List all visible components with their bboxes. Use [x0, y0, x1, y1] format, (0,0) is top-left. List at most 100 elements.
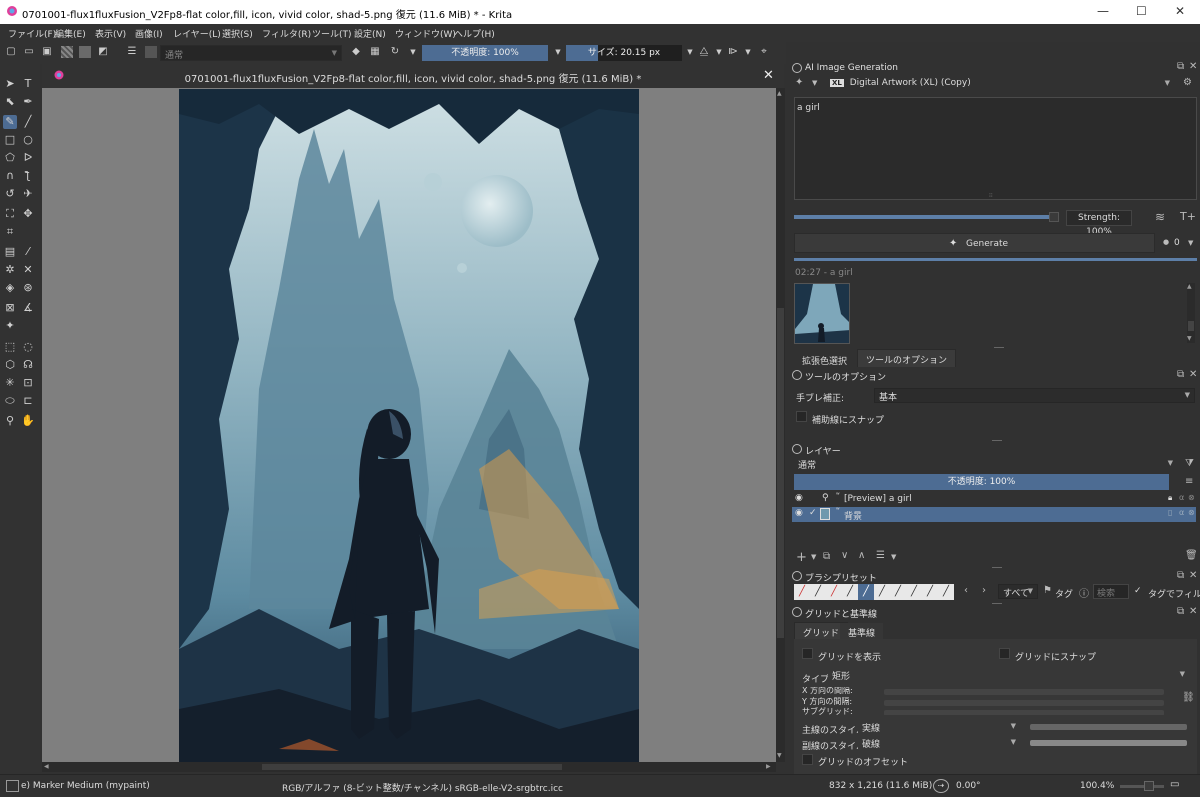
layer-row-background[interactable]: ◉ ✓ ʷ 背景 ▯ α ⊗ [792, 506, 1196, 522]
ellipse-tool-icon[interactable]: ○ [21, 133, 35, 147]
close-panel-icon[interactable]: ✕ [1189, 61, 1197, 72]
image-dimensions[interactable]: 832 x 1,216 (11.6 MiB) [829, 781, 932, 791]
strength-slider[interactable] [794, 212, 1059, 222]
gradient-selector-icon[interactable] [61, 46, 73, 58]
lock-icon[interactable]: ▯ [1168, 508, 1172, 517]
panel-splitter[interactable] [992, 440, 1002, 441]
link-chain-icon[interactable]: ⛓ [1182, 692, 1195, 703]
delete-layer-icon[interactable]: 🗑︎ [1185, 550, 1198, 561]
assistant-tool-icon[interactable]: ⊠ [3, 301, 17, 315]
tag-label[interactable]: タグ [1055, 587, 1073, 600]
menu-window[interactable]: ウィンドウ(W) [395, 27, 456, 40]
layer-blend-select[interactable]: 通常 ▼ [794, 457, 1177, 472]
chevron-down-icon[interactable]: ▼ [552, 46, 564, 58]
line-tool-icon[interactable]: ╱ [21, 115, 35, 129]
menu-help[interactable]: ヘルプ(H) [454, 27, 495, 40]
preset-search-input[interactable]: 検索 [1093, 584, 1129, 599]
magic-wand-icon[interactable]: ✦ [795, 77, 803, 88]
zoom-slider[interactable] [1120, 785, 1164, 788]
preserve-alpha-icon[interactable]: ▦ [369, 46, 381, 58]
filter-by-tag-checkbox[interactable]: ✓ [1134, 586, 1145, 597]
duplicate-layer-icon[interactable]: ⧉ [823, 551, 830, 562]
chevron-right-icon[interactable]: › [982, 585, 986, 596]
brush-preset-icon[interactable]: ╱ [938, 584, 954, 600]
chevron-down-icon[interactable]: ▼ [713, 46, 725, 58]
brush-preset-icon[interactable]: ╱ [794, 584, 810, 600]
text-tool-icon[interactable]: T [21, 77, 35, 91]
visibility-eye-icon[interactable]: ◉ [795, 508, 803, 518]
scroll-right-icon[interactable]: ▶ [766, 763, 771, 770]
brush-preset-icon[interactable]: ╱ [826, 584, 842, 600]
tab-advanced-color[interactable]: 拡張色選択 [794, 351, 855, 370]
chevron-down-icon[interactable]: ▼ [811, 553, 816, 561]
history-scrollbar[interactable]: ▲ ▼ [1187, 283, 1195, 343]
minimize-button[interactable]: — [1097, 4, 1109, 18]
brush-preset-icon[interactable] [145, 46, 157, 58]
y-spacing-input[interactable] [884, 700, 1164, 706]
close-document-button[interactable]: ✕ [763, 68, 774, 83]
chevron-down-icon[interactable]: ▼ [812, 79, 817, 87]
bezier-select-icon[interactable]: ⬭ [3, 394, 17, 408]
text-prompt-icon[interactable]: T+ [1180, 210, 1196, 223]
inherit-alpha-icon[interactable]: ⊗ [1188, 508, 1195, 517]
info-icon[interactable]: ⓘ [1079, 585, 1089, 600]
chevron-down-icon[interactable]: ▼ [407, 46, 419, 58]
edit-shapes-icon[interactable]: ⬉ [3, 95, 17, 109]
close-panel-icon[interactable]: ✕ [1189, 606, 1197, 617]
edit-brush-settings-icon[interactable]: ☰ [126, 46, 138, 58]
ellipse-select-icon[interactable]: ◌ [21, 340, 35, 354]
inherit-alpha-icon[interactable]: ⊗ [1188, 493, 1195, 502]
layer-opacity-slider[interactable]: 不透明度: 100% [794, 474, 1169, 490]
color-space[interactable]: RGB/アルファ (8-ビット整数/チャンネル) sRGB-elle-V2-sr… [282, 781, 563, 794]
brush-size-slider[interactable]: サイズ: 20.15 px [566, 45, 682, 61]
resize-grip-icon[interactable]: ⁝⁝ [989, 192, 993, 199]
reload-preset-icon[interactable]: ↻ [389, 46, 401, 58]
freehand-brush-icon[interactable]: ✎ [3, 115, 17, 129]
x-spacing-input[interactable] [884, 689, 1164, 695]
checkmark-icon[interactable]: ✓ [809, 508, 817, 518]
add-layer-icon[interactable]: + [796, 550, 807, 565]
fill-tool-icon[interactable]: ◈ [3, 281, 17, 295]
rectangle-tool-icon[interactable]: □ [3, 133, 17, 147]
zoom-slider-handle[interactable] [1144, 781, 1154, 791]
gradient-tool-icon[interactable]: ▤ [3, 245, 17, 259]
prompt-textarea[interactable]: a girl ⁝⁝ [794, 97, 1197, 200]
visibility-eye-icon[interactable]: ◉ [795, 493, 803, 503]
alpha-lock-icon[interactable]: α [1179, 508, 1184, 517]
panel-splitter[interactable] [992, 603, 1002, 604]
freehand-select-icon[interactable]: ☊ [21, 358, 35, 372]
wrap-around-icon[interactable]: ⌖ [758, 46, 770, 58]
preset-tag-select[interactable]: すべて ▼ [998, 584, 1038, 599]
reference-images-icon[interactable]: ✦ [3, 319, 17, 333]
brush-preset-icon[interactable]: ╱ [810, 584, 826, 600]
smoothing-select[interactable]: 基本 ▼ [874, 388, 1195, 403]
colorize-mask-icon[interactable]: ✲ [3, 263, 17, 277]
multibrush-icon[interactable]: ✈ [21, 187, 35, 201]
save-document-icon[interactable]: ▣ [41, 46, 53, 58]
panel-splitter[interactable] [992, 567, 1002, 568]
history-thumbnail[interactable] [794, 283, 850, 344]
grid-type-select[interactable]: 矩形 ▼ [828, 668, 1189, 683]
move-layer-up-icon[interactable]: ∧ [858, 550, 865, 561]
brush-preset-icon[interactable]: ╱ [890, 584, 906, 600]
snap-assistant-checkbox[interactable] [796, 411, 807, 422]
chevron-down-icon[interactable]: ▼ [742, 46, 754, 58]
menu-tools[interactable]: ツール(T) [312, 27, 352, 40]
settings-gear-icon[interactable]: ⚙ [1183, 77, 1192, 88]
show-grid-checkbox[interactable] [802, 648, 813, 659]
magnetic-select-icon[interactable]: ⊏ [21, 394, 35, 408]
menu-image[interactable]: 画像(I) [135, 27, 163, 40]
horizontal-scroll-thumb[interactable] [262, 764, 562, 770]
brush-preset-icon[interactable]: ╱ [874, 584, 890, 600]
sub-line-color-button[interactable] [1030, 740, 1187, 746]
transform-tool-icon[interactable]: ⛶ [3, 207, 17, 221]
chevron-left-icon[interactable]: ‹ [964, 585, 968, 596]
open-document-icon[interactable]: ▭ [23, 46, 35, 58]
snap-grid-checkbox[interactable] [999, 648, 1010, 659]
main-style-select[interactable]: 実線 ▼ [858, 720, 1020, 735]
main-line-color-button[interactable] [1030, 724, 1187, 730]
document-tab[interactable]: 0701001-flux1fluxFusion_V2Fp8-flat color… [42, 64, 784, 88]
menu-select[interactable]: 選択(S) [222, 27, 253, 40]
chevron-down-icon[interactable]: ▼ [684, 46, 696, 58]
brush-preset-icon[interactable]: ╱ [906, 584, 922, 600]
